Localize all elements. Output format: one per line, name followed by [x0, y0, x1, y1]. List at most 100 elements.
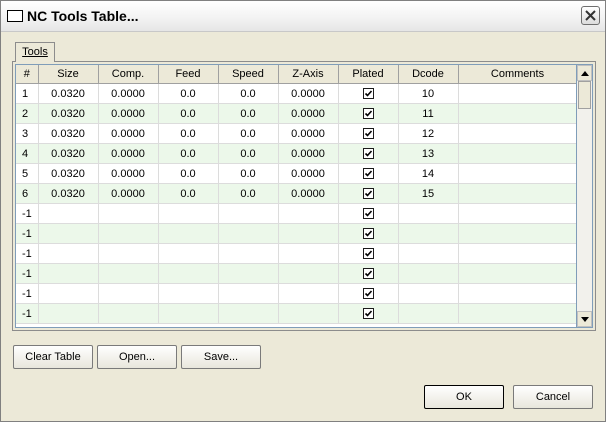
cell-size[interactable]	[38, 203, 99, 224]
cell-feed[interactable]	[158, 243, 219, 264]
cell-size[interactable]: 0.0320	[38, 183, 99, 204]
cell-plated[interactable]	[338, 283, 399, 304]
cell-speed[interactable]	[218, 223, 279, 244]
cell-num[interactable]: 3	[16, 123, 39, 144]
vertical-scrollbar[interactable]	[577, 64, 593, 328]
cell-comments[interactable]	[458, 203, 576, 224]
cell-speed[interactable]	[218, 243, 279, 264]
cell-size[interactable]	[38, 303, 99, 324]
cell-comments[interactable]	[458, 103, 576, 124]
tab-tools[interactable]: Tools	[15, 42, 55, 62]
cell-comp[interactable]: 0.0000	[98, 163, 159, 184]
table-row[interactable]: 4 0.0320 0.0000 0.0 0.0 0.0000 13	[16, 143, 576, 164]
cell-comments[interactable]	[458, 283, 576, 304]
cell-dcode[interactable]	[398, 283, 459, 304]
cell-comp[interactable]	[98, 203, 159, 224]
cell-feed[interactable]: 0.0	[158, 143, 219, 164]
cell-plated[interactable]	[338, 243, 399, 264]
cell-size[interactable]: 0.0320	[38, 83, 99, 104]
plated-checkbox[interactable]	[362, 148, 374, 160]
cell-num[interactable]: 2	[16, 103, 39, 124]
cell-num[interactable]: -1	[16, 223, 39, 244]
plated-checkbox[interactable]	[362, 228, 374, 240]
cell-num[interactable]: -1	[16, 283, 39, 304]
cell-speed[interactable]: 0.0	[218, 143, 279, 164]
cell-comments[interactable]	[458, 223, 576, 244]
tools-grid[interactable]: # Size Comp. Feed Speed Z-Axis Plated Dc…	[15, 64, 577, 328]
cell-zaxis[interactable]	[278, 263, 339, 284]
plated-checkbox[interactable]	[362, 188, 374, 200]
table-row[interactable]: 6 0.0320 0.0000 0.0 0.0 0.0000 15	[16, 183, 576, 204]
scroll-up-button[interactable]	[577, 65, 592, 81]
cell-feed[interactable]: 0.0	[158, 183, 219, 204]
cell-speed[interactable]	[218, 283, 279, 304]
col-header-dcode[interactable]: Dcode	[398, 65, 459, 84]
cell-zaxis[interactable]: 0.0000	[278, 103, 339, 124]
cell-size[interactable]	[38, 263, 99, 284]
ok-button[interactable]: OK	[424, 385, 504, 409]
cell-speed[interactable]: 0.0	[218, 123, 279, 144]
cell-plated[interactable]	[338, 223, 399, 244]
cell-plated[interactable]	[338, 143, 399, 164]
cell-num[interactable]: 1	[16, 83, 39, 104]
cell-comments[interactable]	[458, 263, 576, 284]
table-row[interactable]: 2 0.0320 0.0000 0.0 0.0 0.0000 11	[16, 103, 576, 124]
cell-zaxis[interactable]	[278, 303, 339, 324]
save-button[interactable]: Save...	[181, 345, 261, 369]
table-row[interactable]: 5 0.0320 0.0000 0.0 0.0 0.0000 14	[16, 163, 576, 184]
col-header-feed[interactable]: Feed	[158, 65, 219, 84]
cell-zaxis[interactable]	[278, 283, 339, 304]
cell-num[interactable]: -1	[16, 303, 39, 324]
cell-comp[interactable]: 0.0000	[98, 103, 159, 124]
cell-comp[interactable]	[98, 283, 159, 304]
cell-comp[interactable]	[98, 263, 159, 284]
col-header-comments[interactable]: Comments	[458, 65, 576, 84]
col-header-size[interactable]: Size	[38, 65, 99, 84]
cell-dcode[interactable]: 11	[398, 103, 459, 124]
cell-dcode[interactable]	[398, 243, 459, 264]
cell-comments[interactable]	[458, 163, 576, 184]
cell-comments[interactable]	[458, 123, 576, 144]
cell-num[interactable]: -1	[16, 263, 39, 284]
cell-plated[interactable]	[338, 103, 399, 124]
cell-speed[interactable]: 0.0	[218, 83, 279, 104]
cell-dcode[interactable]: 10	[398, 83, 459, 104]
plated-checkbox[interactable]	[362, 268, 374, 280]
col-header-num[interactable]: #	[16, 65, 39, 84]
cell-speed[interactable]: 0.0	[218, 183, 279, 204]
cell-dcode[interactable]	[398, 303, 459, 324]
cell-plated[interactable]	[338, 303, 399, 324]
cell-dcode[interactable]: 14	[398, 163, 459, 184]
cell-zaxis[interactable]: 0.0000	[278, 83, 339, 104]
cell-feed[interactable]: 0.0	[158, 123, 219, 144]
close-button[interactable]	[581, 6, 600, 25]
cell-comments[interactable]	[458, 183, 576, 204]
cell-size[interactable]: 0.0320	[38, 143, 99, 164]
clear-table-button[interactable]: Clear Table	[13, 345, 93, 369]
plated-checkbox[interactable]	[362, 168, 374, 180]
cell-plated[interactable]	[338, 163, 399, 184]
cell-speed[interactable]	[218, 303, 279, 324]
cell-num[interactable]: 5	[16, 163, 39, 184]
col-header-zaxis[interactable]: Z-Axis	[278, 65, 339, 84]
cell-num[interactable]: -1	[16, 203, 39, 224]
plated-checkbox[interactable]	[362, 308, 374, 320]
cell-comp[interactable]	[98, 243, 159, 264]
cell-size[interactable]: 0.0320	[38, 123, 99, 144]
cell-dcode[interactable]	[398, 203, 459, 224]
table-row[interactable]: 3 0.0320 0.0000 0.0 0.0 0.0000 12	[16, 123, 576, 144]
cell-feed[interactable]	[158, 303, 219, 324]
cell-feed[interactable]	[158, 263, 219, 284]
plated-checkbox[interactable]	[362, 128, 374, 140]
cell-num[interactable]: 4	[16, 143, 39, 164]
cell-speed[interactable]: 0.0	[218, 163, 279, 184]
cell-zaxis[interactable]	[278, 223, 339, 244]
col-header-speed[interactable]: Speed	[218, 65, 279, 84]
cell-feed[interactable]	[158, 203, 219, 224]
cell-feed[interactable]	[158, 223, 219, 244]
plated-checkbox[interactable]	[362, 108, 374, 120]
table-row[interactable]: -1	[16, 203, 576, 224]
plated-checkbox[interactable]	[362, 288, 374, 300]
cell-comp[interactable]	[98, 303, 159, 324]
cell-zaxis[interactable]: 0.0000	[278, 123, 339, 144]
